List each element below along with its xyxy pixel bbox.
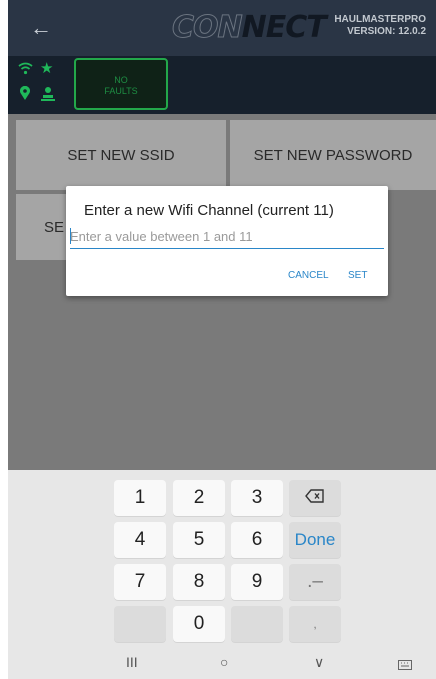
channel-input[interactable] [70,226,384,249]
app-header: ← CONNECT HAULMASTERPRO VERSION: 12.0.2 … [8,0,436,114]
version-label: VERSION: 12.0.2 [347,26,426,37]
system-navbar: III ○ ∨ [8,648,436,679]
key-9[interactable]: 9 [231,564,283,600]
key-7[interactable]: 7 [114,564,166,600]
key-1[interactable]: 1 [114,480,166,516]
user-icon [41,86,55,105]
wifi-icon [18,62,33,79]
app-name: HAULMASTERPRO [334,14,426,25]
key-0[interactable]: 0 [173,606,225,642]
back-nav-icon[interactable]: ∨ [314,654,324,671]
title-bar: ← CONNECT HAULMASTERPRO VERSION: 12.0.2 [8,0,436,56]
set-new-ssid-button[interactable]: SET NEW SSID [16,120,226,190]
minus-key[interactable]: .– [289,564,341,600]
key-8[interactable]: 8 [173,564,225,600]
numeric-keyboard: 1 2 3 4 5 6 Done 7 8 9 .– 0 , III ○ ∨ [8,470,436,679]
key-2[interactable]: 2 [173,480,225,516]
key-3[interactable]: 3 [231,480,283,516]
key-5[interactable]: 5 [173,522,225,558]
blank-key-left [114,606,166,642]
keyboard-icon[interactable] [398,657,412,673]
version-info: HAULMASTERPRO VERSION: 12.0.2 [334,14,426,38]
app-frame: ← CONNECT HAULMASTERPRO VERSION: 12.0.2 … [8,0,436,679]
set-new-password-button[interactable]: SET NEW PASSWORD [230,120,436,190]
dialog-title: Enter a new Wifi Channel (current 11) [84,202,334,219]
status-icons: ★ [18,60,64,106]
star-icon: ★ [40,60,54,77]
text-caret [70,228,71,244]
back-arrow-icon[interactable]: ← [30,16,52,40]
home-icon[interactable]: ○ [220,654,228,670]
recents-icon[interactable]: III [126,654,138,670]
wifi-channel-dialog: Enter a new Wifi Channel (current 11) CA… [66,186,388,296]
location-pin-icon [19,85,31,105]
connect-logo: CONNECT [172,10,327,46]
comma-key[interactable]: , [289,606,341,642]
key-4[interactable]: 4 [114,522,166,558]
blank-key-right [231,606,283,642]
done-key[interactable]: Done [289,522,341,558]
set-button[interactable]: SET [348,270,367,281]
backspace-key[interactable] [289,480,341,516]
backspace-icon [305,487,325,509]
key-6[interactable]: 6 [231,522,283,558]
cancel-button[interactable]: CANCEL [288,270,329,281]
faults-indicator[interactable]: NO FAULTS [74,58,168,110]
